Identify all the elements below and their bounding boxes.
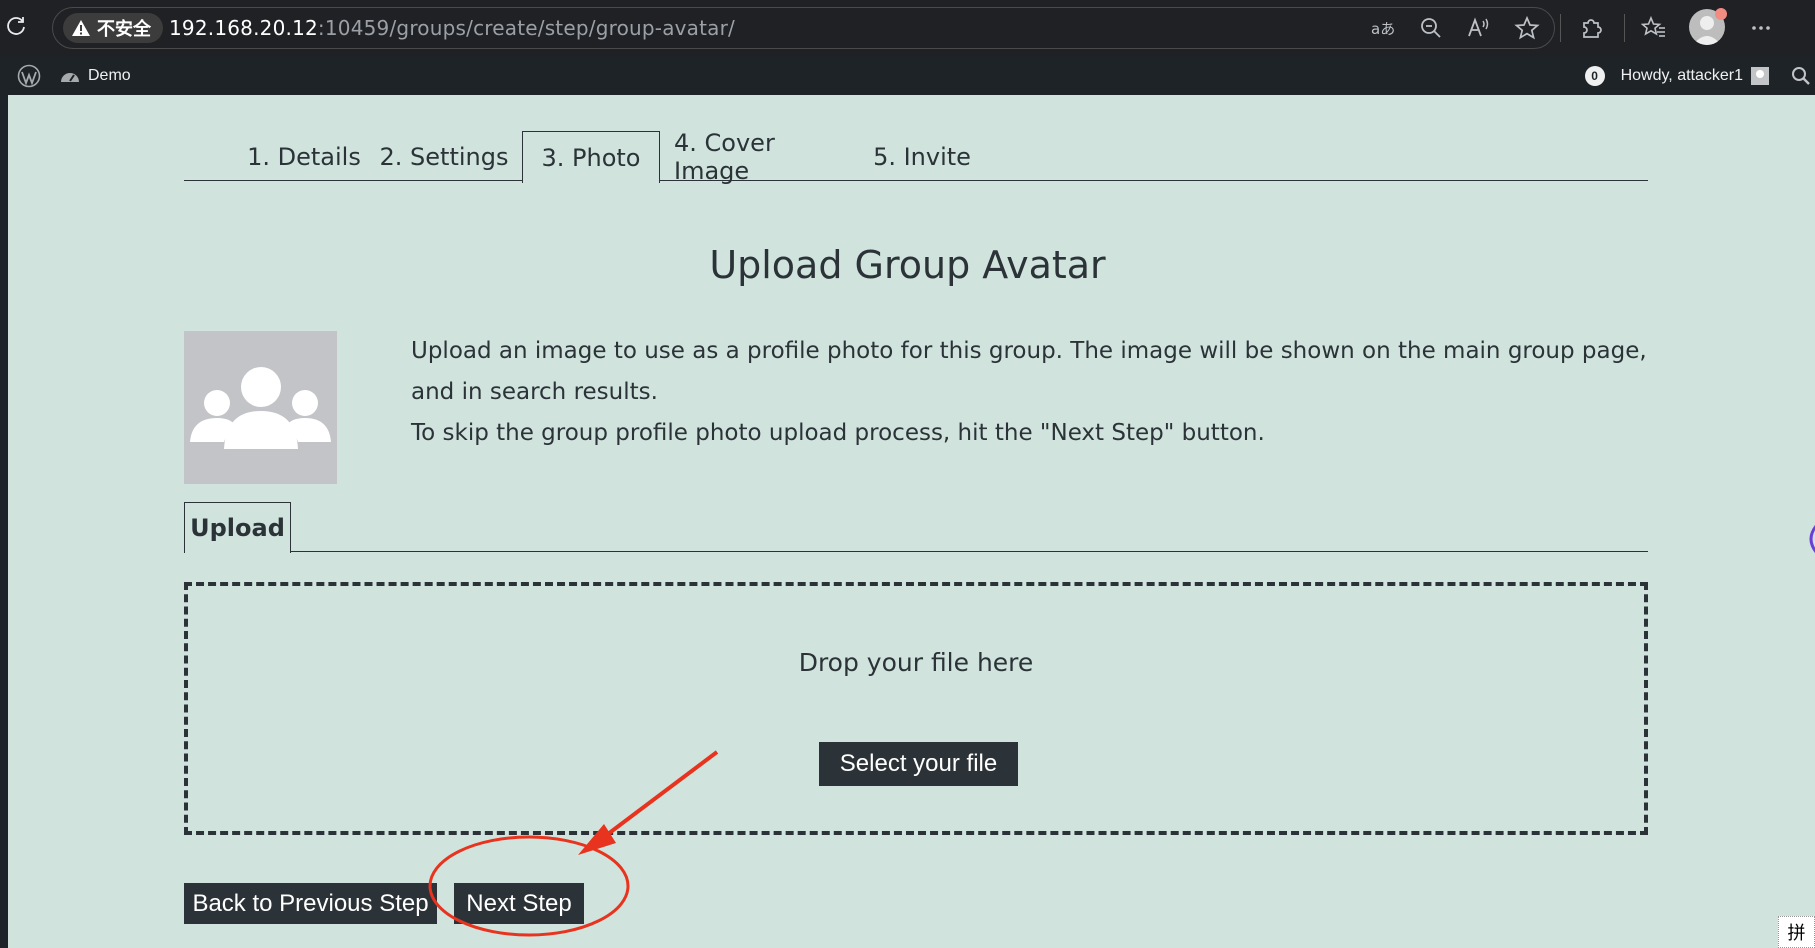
insecure-label: 不安全 xyxy=(97,19,151,40)
page-content: 1. Details 2. Settings 3. Photo 4. Cover… xyxy=(0,95,1815,948)
toolbar-divider xyxy=(1624,14,1625,42)
wp-admin-bar: Demo 0 Howdy, attacker1 xyxy=(0,56,1815,95)
wp-account-menu[interactable]: 0 Howdy, attacker1 xyxy=(1584,56,1815,95)
favorites-list-icon[interactable] xyxy=(1638,12,1670,44)
drop-instruction: Drop your file here xyxy=(798,648,1034,677)
url-host: 192.168.20.12 xyxy=(169,16,318,40)
dashboard-icon xyxy=(61,72,79,82)
skip-instruction: To skip the group profile photo upload p… xyxy=(411,420,1265,446)
extensions-icon[interactable] xyxy=(1575,12,1607,44)
translate-icon[interactable]: aあ xyxy=(1367,12,1399,44)
user-avatar[interactable] xyxy=(1751,66,1769,85)
howdy-text[interactable]: Howdy, attacker1 xyxy=(1621,67,1743,85)
select-file-button[interactable]: Select your file xyxy=(819,742,1018,786)
upload-tab[interactable]: Upload xyxy=(184,502,291,553)
avatar-description: Upload an image to use as a profile phot… xyxy=(411,331,1651,454)
step-photo-tab[interactable]: 3. Photo xyxy=(522,131,660,183)
notification-dot xyxy=(1715,8,1727,20)
upload-method-tabs: Upload xyxy=(184,502,1648,553)
toolbar-divider xyxy=(1560,14,1561,42)
step-settings-tab[interactable]: 2. Settings xyxy=(379,131,509,182)
reload-icon[interactable] xyxy=(4,14,28,38)
next-step-button[interactable]: Next Step xyxy=(454,883,584,924)
side-curve-icon xyxy=(1809,525,1815,553)
wp-site-menu[interactable]: Demo xyxy=(60,56,131,95)
window-edge xyxy=(0,95,8,948)
warning-icon xyxy=(72,20,90,36)
svg-text:aあ: aあ xyxy=(1371,20,1395,38)
back-button[interactable]: Back to Previous Step xyxy=(184,883,437,924)
ime-indicator[interactable]: 拼 xyxy=(1778,916,1815,948)
wordpress-logo-icon[interactable] xyxy=(17,64,41,88)
browser-toolbar: 不安全 192.168.20.12:10459/groups/create/st… xyxy=(0,0,1815,56)
more-menu-icon[interactable] xyxy=(1745,12,1777,44)
group-avatar-placeholder xyxy=(184,331,337,484)
step-invite-tab[interactable]: 5. Invite xyxy=(868,131,976,182)
page-title: Upload Group Avatar xyxy=(709,243,1106,287)
url-text[interactable]: 192.168.20.12:10459/groups/create/step/g… xyxy=(169,16,735,40)
zoom-out-icon[interactable] xyxy=(1415,12,1447,44)
group-icon xyxy=(190,367,331,449)
address-bar[interactable]: 不安全 192.168.20.12:10459/groups/create/st… xyxy=(52,7,1555,49)
read-aloud-icon[interactable] xyxy=(1463,12,1495,44)
favorite-star-icon[interactable] xyxy=(1511,12,1543,44)
site-name: Demo xyxy=(88,66,131,84)
security-indicator[interactable]: 不安全 xyxy=(63,13,163,43)
search-icon[interactable] xyxy=(1791,66,1811,86)
step-cover-image-tab[interactable]: 4. Cover Image xyxy=(674,129,854,185)
file-dropzone[interactable]: Drop your file here Select your file xyxy=(184,582,1648,835)
step-details-tab[interactable]: 1. Details xyxy=(244,131,364,182)
group-create-steps: 1. Details 2. Settings 3. Photo 4. Cover… xyxy=(184,129,1648,185)
notification-count[interactable]: 0 xyxy=(1584,65,1605,86)
description-text: Upload an image to use as a profile phot… xyxy=(411,338,1647,405)
url-path: :10459/groups/create/step/group-avatar/ xyxy=(317,16,735,40)
